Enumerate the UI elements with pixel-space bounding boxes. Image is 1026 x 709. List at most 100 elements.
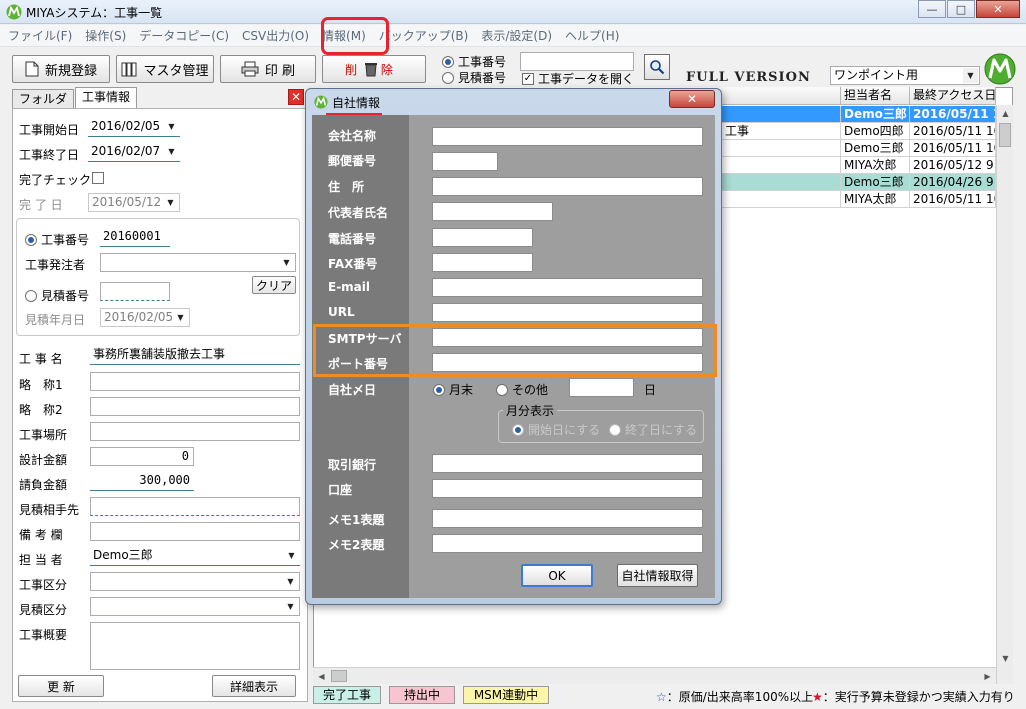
table-cell-last-access[interactable]: 2016/05/11 1 (910, 106, 996, 123)
table-cell-person[interactable]: Demo三郎 (841, 174, 910, 191)
menu-highlight-annotation (321, 17, 389, 55)
fetch-company-info-button[interactable]: 自社情報取得 (617, 564, 698, 587)
memo1-title-input[interactable] (432, 509, 703, 528)
construction-number-input[interactable]: 20160001 (100, 228, 170, 247)
design-amount-input[interactable]: 0 (90, 447, 194, 466)
company-name-input[interactable] (432, 127, 703, 146)
ok-button[interactable]: OK (521, 564, 593, 587)
scroll-up-icon[interactable]: ▲ (997, 105, 1014, 122)
table-cell-last-access[interactable]: 2016/05/12 9:38 (910, 157, 996, 174)
table-cell-person[interactable]: MIYA次郎 (841, 157, 910, 174)
search-by-construction-radio[interactable]: 工事番号 (442, 53, 506, 70)
search-by-estimate-radio[interactable]: 見積番号 (442, 69, 506, 86)
table-cell-person[interactable]: MIYA太郎 (841, 191, 910, 208)
delete-button[interactable]: 削 除 (322, 55, 426, 83)
clear-button[interactable]: クリア (252, 276, 296, 294)
postal-code-input[interactable] (432, 152, 498, 171)
grid-header-person[interactable]: 担当者名 (841, 87, 910, 105)
menu-csv-output[interactable]: CSV出力(O) (242, 27, 309, 44)
address-input[interactable] (432, 177, 703, 196)
table-cell-person[interactable]: Demo三郎 (841, 140, 910, 157)
table-cell-project[interactable] (722, 157, 841, 174)
print-button[interactable]: 印 刷 (220, 55, 316, 83)
complete-checkbox[interactable] (92, 172, 104, 184)
scroll-left-icon[interactable]: ◀ (313, 668, 330, 685)
close-panel-icon[interactable]: ✕ (288, 89, 304, 105)
table-cell-last-access[interactable]: 2016/05/11 10:1 (910, 140, 996, 157)
menu-view-settings[interactable]: 表示/設定(D) (481, 27, 552, 44)
dialog-close-button[interactable]: ✕ (669, 90, 715, 108)
month-display-start-radio[interactable]: 開始日にする (512, 421, 600, 438)
scroll-right-icon[interactable]: ▶ (979, 668, 996, 685)
menu-operation[interactable]: 操作(S) (85, 27, 126, 44)
master-management-button[interactable]: マスタ管理 (116, 55, 214, 83)
person-in-charge-select[interactable]: Demo三郎 ▼ (90, 547, 300, 566)
menu-data-copy[interactable]: データコピー(C) (139, 27, 229, 44)
bank-input[interactable] (432, 454, 703, 473)
abbreviation2-input[interactable] (90, 397, 300, 416)
table-cell-person[interactable]: Demo三郎 (841, 106, 910, 123)
phone-input[interactable] (432, 228, 533, 247)
mode-select[interactable]: ワンポイント用 ▼ (830, 66, 980, 85)
table-cell-project[interactable] (722, 174, 841, 191)
estimate-date-picker[interactable]: 2016/02/05 ▼ (100, 308, 190, 327)
closing-day-input[interactable] (569, 378, 634, 397)
estimate-number-radio[interactable]: 見積番号 (25, 287, 89, 304)
search-input[interactable] (520, 52, 634, 71)
closing-month-end-radio[interactable]: 月末 (433, 381, 473, 398)
contract-amount-input[interactable]: 300,000 (90, 472, 194, 491)
table-cell-project[interactable] (722, 140, 841, 157)
table-cell-last-access[interactable]: 2016/04/26 9:39 (910, 174, 996, 191)
tab-construction-info[interactable]: 工事情報 (75, 87, 138, 108)
url-input[interactable] (432, 303, 703, 322)
radio-indicator (442, 55, 454, 68)
estimate-category-select[interactable]: ▼ (90, 597, 300, 616)
minimize-button[interactable]: — (918, 0, 946, 18)
table-cell-last-access[interactable]: 2016/05/11 10:1 (910, 123, 996, 140)
account-input[interactable] (432, 479, 703, 498)
vertical-scroll-thumb[interactable] (999, 123, 1011, 147)
horizontal-scroll-thumb[interactable] (331, 670, 347, 682)
scroll-down-icon[interactable]: ▼ (997, 650, 1014, 667)
closing-other-radio[interactable]: その他 (496, 381, 548, 398)
complete-date-picker[interactable]: 2016/05/12 ▼ (88, 193, 180, 212)
table-cell-project[interactable] (722, 191, 841, 208)
table-cell-project[interactable] (722, 106, 841, 123)
close-button[interactable]: ✕ (976, 0, 1020, 18)
site-input[interactable] (90, 422, 300, 441)
representative-input[interactable] (432, 202, 553, 221)
client-select[interactable]: ▼ (100, 253, 296, 272)
update-button[interactable]: 更 新 (18, 675, 104, 697)
address-label: 住 所 (328, 180, 365, 194)
construction-summary-textarea[interactable] (90, 622, 300, 670)
menu-backup[interactable]: バックアップ(B) (379, 27, 469, 44)
email-input[interactable] (432, 278, 703, 297)
start-date-picker[interactable]: 2016/02/05 ▼ (88, 118, 180, 137)
new-record-button[interactable]: 新規登録 (12, 55, 110, 83)
month-display-end-radio[interactable]: 終了日にする (609, 421, 697, 438)
table-cell-project[interactable]: 工事 (722, 123, 841, 140)
estimate-party-input[interactable] (90, 497, 300, 516)
search-button[interactable] (644, 54, 670, 80)
menu-help[interactable]: ヘルプ(H) (565, 27, 619, 44)
memo2-title-input[interactable] (432, 534, 703, 553)
memo-input[interactable] (90, 522, 300, 541)
estimate-number-input[interactable] (100, 282, 170, 301)
open-data-checkbox[interactable]: ✓ 工事データを開く (522, 70, 634, 87)
construction-name-input[interactable]: 事務所裏舗装版撤去工事 (90, 346, 300, 365)
construction-category-select[interactable]: ▼ (90, 572, 300, 591)
abbreviation1-input[interactable] (90, 372, 300, 391)
fax-input[interactable] (432, 253, 533, 272)
vertical-scrollbar[interactable]: ▲ ▼ (996, 105, 1013, 684)
construction-number-radio[interactable]: 工事番号 (25, 231, 89, 248)
maximize-button[interactable]: □ (947, 0, 975, 18)
table-cell-person[interactable]: Demo四郎 (841, 123, 910, 140)
table-cell-last-access[interactable]: 2016/05/11 10:1 (910, 191, 996, 208)
end-date-picker[interactable]: 2016/02/07 ▼ (88, 143, 180, 162)
grid-header-last-access[interactable]: 最終アクセス日時 (910, 87, 996, 105)
tab-folder[interactable]: フォルダ (12, 89, 75, 108)
menu-file[interactable]: ファイル(F) (8, 27, 72, 44)
horizontal-scrollbar[interactable]: ◀ ▶ (313, 667, 996, 684)
contract-amount-label: 請負金額 (19, 478, 68, 492)
detail-view-button[interactable]: 詳細表示 (212, 675, 296, 697)
